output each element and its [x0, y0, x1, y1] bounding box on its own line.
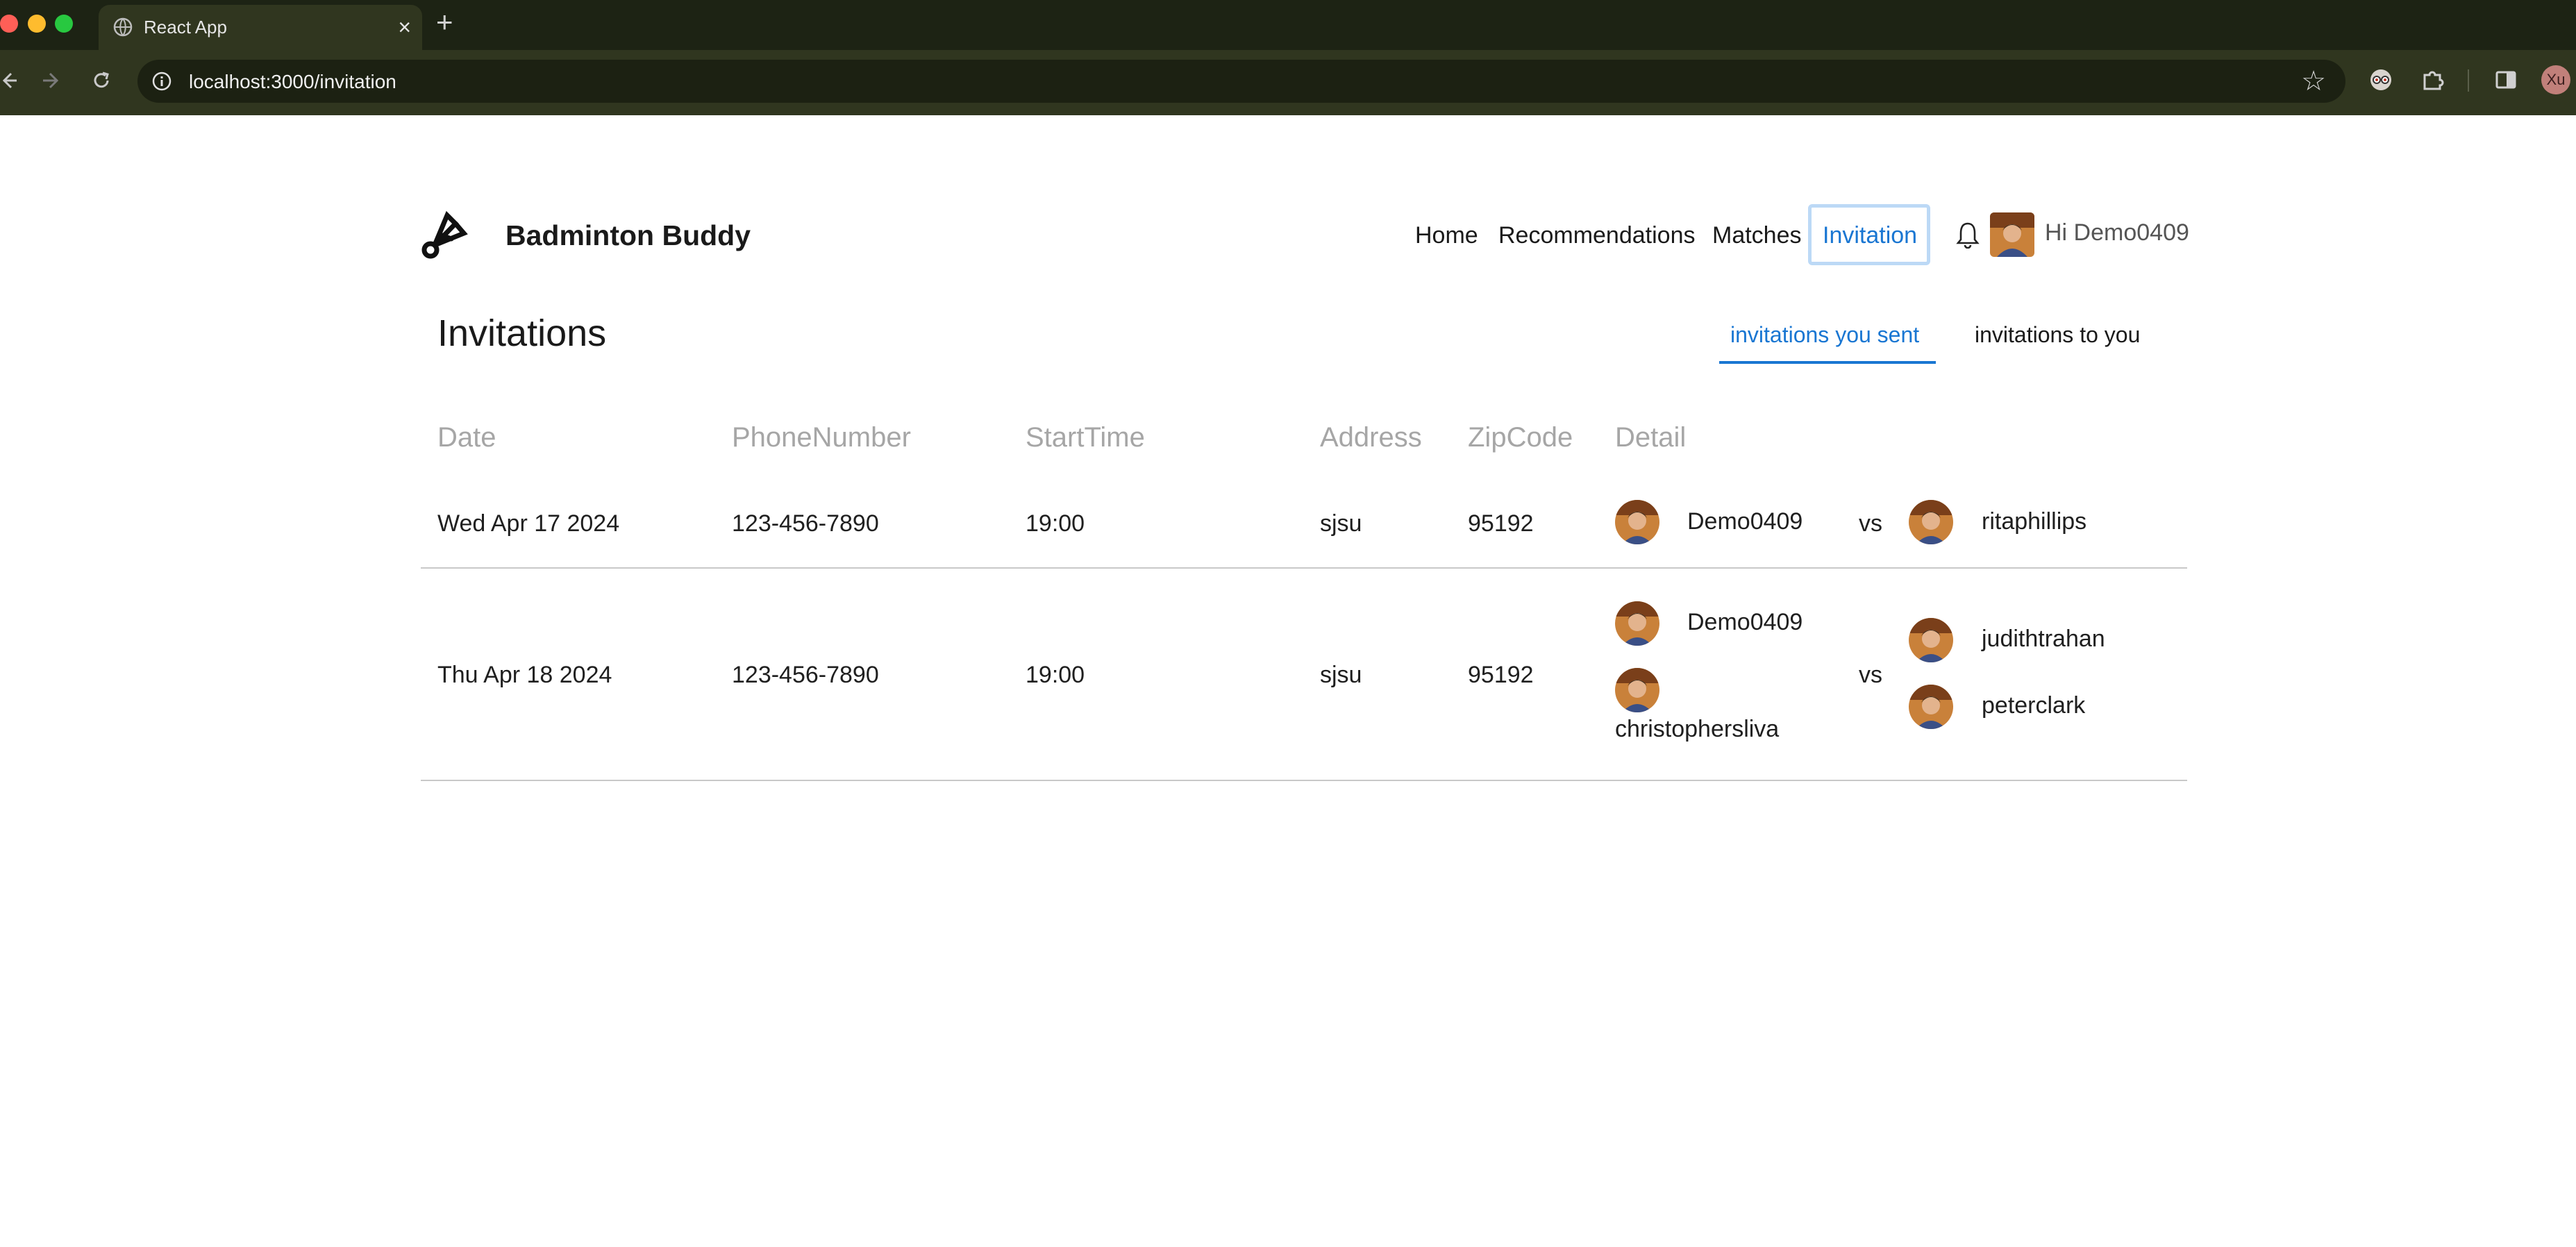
bookmark-star-icon[interactable]: ☆ — [2301, 67, 2326, 96]
app-page: Badminton Buddy Home Recommendations Mat… — [0, 115, 2576, 1247]
tab-invitations-sent[interactable]: invitations you sent — [1730, 319, 1919, 350]
nav-matches[interactable]: Matches — [1712, 219, 1802, 251]
nav-home[interactable]: Home — [1415, 219, 1478, 251]
site-info-icon[interactable] — [151, 71, 172, 92]
cell-address: sjsu — [1320, 662, 1362, 688]
column-header-detail: Detail — [1615, 422, 1687, 453]
column-header-phone: PhoneNumber — [732, 422, 911, 453]
player-avatar — [1615, 601, 1659, 646]
extensions-puzzle-icon[interactable] — [2419, 67, 2445, 93]
column-header-zipcode: ZipCode — [1468, 422, 1573, 453]
active-tab-indicator — [1719, 361, 1936, 364]
page-title: Invitations — [437, 312, 607, 354]
back-icon[interactable] — [0, 68, 21, 93]
shuttlecock-logo-icon — [421, 210, 468, 259]
url-text: localhost:3000/invitation — [189, 71, 396, 92]
brand-name: Badminton Buddy — [505, 219, 751, 251]
window-zoom-button[interactable] — [55, 15, 73, 33]
player-avatar — [1615, 500, 1659, 544]
nav-recommendations[interactable]: Recommendations — [1498, 219, 1695, 251]
cell-phone: 123-456-7890 — [732, 510, 879, 537]
cell-zipcode: 95192 — [1468, 510, 1534, 537]
profile-avatar[interactable]: Xu — [2541, 65, 2570, 94]
reload-icon[interactable] — [89, 68, 114, 93]
tab-title: React App — [144, 17, 227, 37]
vs-label: vs — [1859, 510, 1882, 537]
player-avatar — [1909, 618, 1953, 662]
player-name: ritaphillips — [1982, 508, 2087, 535]
toolbar-divider — [2468, 69, 2469, 92]
tab-invitations-to-you[interactable]: invitations to you — [1975, 319, 2140, 350]
row-divider — [421, 567, 2187, 569]
vs-label: vs — [1859, 662, 1882, 688]
avatar-image — [1990, 212, 2034, 257]
cell-date: Thu Apr 18 2024 — [437, 662, 612, 688]
forward-icon[interactable] — [39, 68, 64, 93]
browser-toolbar: localhost:3000/invitation ☆ Xu — [0, 50, 2576, 115]
browser-tab[interactable]: React App × — [99, 5, 422, 50]
close-tab-icon[interactable]: × — [398, 16, 411, 38]
user-greeting: Hi Demo0409 — [2045, 219, 2189, 246]
new-tab-button[interactable]: + — [436, 7, 453, 37]
window-minimize-button[interactable] — [28, 15, 46, 33]
bell-icon[interactable] — [1956, 221, 1980, 249]
column-header-starttime: StartTime — [1026, 422, 1145, 453]
cell-phone: 123-456-7890 — [732, 662, 879, 688]
player-avatar — [1909, 685, 1953, 729]
column-header-address: Address — [1320, 422, 1422, 453]
player-name: peterclark — [1982, 692, 2086, 719]
globe-icon — [113, 17, 133, 37]
player-name: Demo0409 — [1687, 508, 1803, 535]
cell-zipcode: 95192 — [1468, 662, 1534, 688]
nav-invitation[interactable]: Invitation — [1823, 219, 1917, 251]
player-avatar — [1615, 668, 1659, 712]
cell-starttime: 19:00 — [1026, 510, 1085, 537]
cell-starttime: 19:00 — [1026, 662, 1085, 688]
address-bar[interactable]: localhost:3000/invitation ☆ — [137, 60, 2345, 103]
extension-eyes-icon[interactable] — [2368, 67, 2394, 93]
side-panel-icon[interactable] — [2493, 67, 2519, 93]
player-avatar — [1909, 500, 1953, 544]
player-name: Demo0409 — [1687, 609, 1803, 635]
cell-date: Wed Apr 17 2024 — [437, 510, 620, 537]
player-name: judithtrahan — [1982, 626, 2105, 652]
user-avatar[interactable] — [1990, 212, 2034, 257]
browser-tabstrip: React App × + — [0, 0, 2576, 50]
player-name: christophersliva — [1615, 716, 1780, 742]
cell-address: sjsu — [1320, 510, 1362, 537]
window-close-button[interactable] — [0, 15, 18, 33]
row-divider — [421, 780, 2187, 781]
column-header-date: Date — [437, 422, 496, 453]
